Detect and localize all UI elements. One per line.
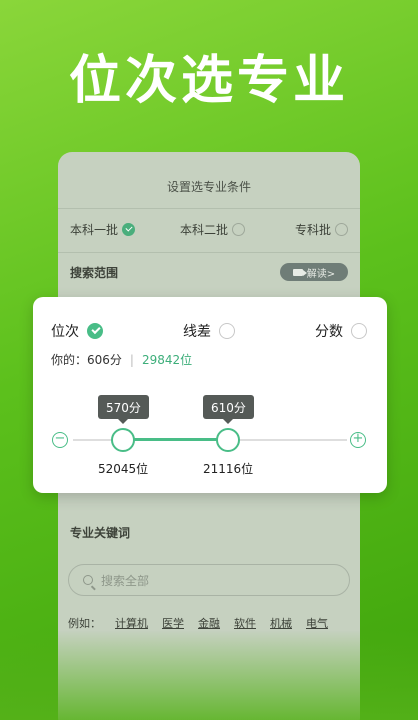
batch-label: 本科一批 [70,223,119,237]
batch-option-2[interactable]: 本科二批 [180,221,246,238]
example-tag[interactable]: 医学 [162,615,184,631]
slider-handle-high[interactable] [216,428,240,452]
example-tag[interactable]: 计算机 [115,615,148,631]
batch-option-1[interactable]: 本科一批 [70,221,136,238]
high-score-bubble: 610分 [203,395,254,424]
slider-range [123,438,229,441]
radio-icon [351,323,367,339]
mode-option-line-diff[interactable]: 线差 [183,321,235,341]
search-range-label: 搜索范围 [70,266,119,280]
example-tag[interactable]: 金融 [198,615,220,631]
rank-range-panel: 位次 线差 分数 你的： 606分 | 29842位 570分 610分 − +… [33,297,387,493]
examples-label: 例如： [68,617,101,630]
batch-option-3[interactable]: 专科批 [295,221,348,238]
headline: 位次选专业 [68,51,349,111]
mode-label: 位次 [51,324,79,340]
example-tag[interactable]: 电气 [306,615,328,631]
batch-label: 本科二批 [180,223,229,237]
check-icon [122,223,136,236]
divider [58,252,360,253]
bottom-fade [0,630,418,720]
mode-option-score[interactable]: 分数 [315,321,367,341]
high-rank-label: 21116位 [203,462,254,476]
separator: | [129,352,134,367]
search-icon [83,575,93,585]
mine-label: 你的： [51,353,88,367]
my-score: 606分 [87,353,122,367]
low-rank-label: 52045位 [98,462,149,476]
slider-handle-low[interactable] [111,428,135,452]
batch-row: 本科一批 本科二批 专科批 [70,221,348,241]
card-title: 设置选专业条件 [166,180,251,194]
low-score-bubble: 570分 [98,395,149,424]
minus-icon[interactable]: − [52,432,68,448]
divider [58,208,360,209]
guide-button[interactable]: 解读> [280,263,348,281]
example-tag[interactable]: 软件 [234,615,256,631]
batch-label: 专科批 [294,223,331,237]
mode-label: 分数 [315,324,343,340]
my-rank: 29842位 [141,353,193,367]
video-icon [292,268,307,276]
radio-icon [219,323,235,339]
example-tags: 例如： 计算机 医学 金融 软件 机械 电气 [68,615,328,631]
guide-label: 解读> [306,268,336,280]
keyword-label: 专业关键词 [70,526,131,540]
plus-icon[interactable]: + [350,432,366,448]
radio-icon [335,223,348,236]
search-placeholder: 搜索全部 [101,573,150,588]
my-score-row: 你的： 606分 | 29842位 [51,351,192,368]
mode-option-rank[interactable]: 位次 [51,321,103,341]
example-tag[interactable]: 机械 [270,615,292,631]
mode-label: 线差 [183,324,211,340]
search-input[interactable]: 搜索全部 [68,564,350,596]
check-icon [87,323,103,339]
radio-icon [232,223,246,236]
